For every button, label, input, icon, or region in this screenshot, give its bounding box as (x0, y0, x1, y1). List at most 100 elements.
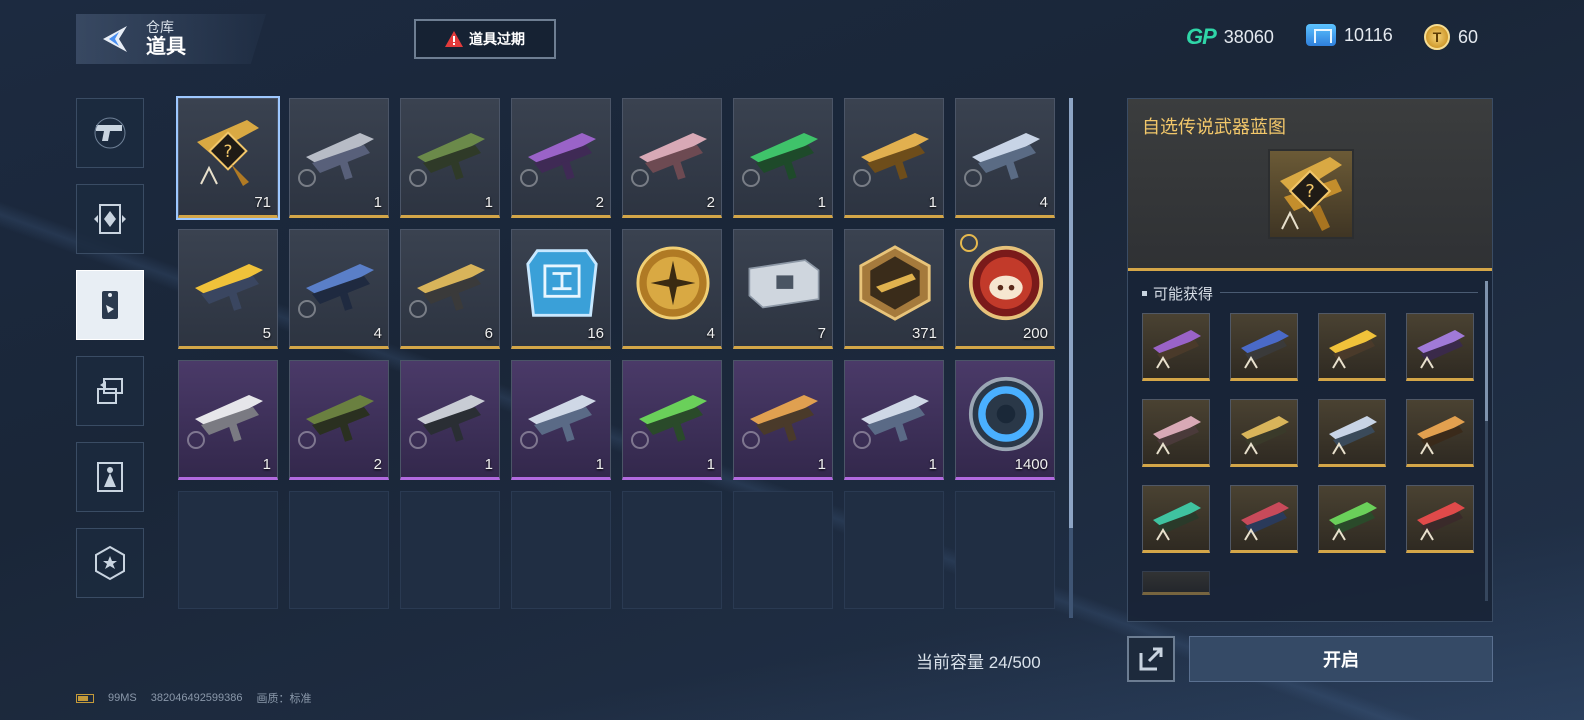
inventory-slot[interactable]: 1 (178, 360, 278, 480)
reward-item[interactable] (1142, 399, 1210, 467)
empty-slot[interactable] (955, 491, 1055, 609)
ticket-amount: 10116 (1344, 24, 1393, 45)
share-button[interactable] (1127, 636, 1175, 682)
inventory-slot[interactable]: 1400 (955, 360, 1055, 480)
empty-slot[interactable] (289, 491, 389, 609)
blue-token-icon (968, 376, 1044, 452)
inventory-slot[interactable]: 1 (622, 360, 722, 480)
pig-token-icon (968, 245, 1044, 321)
reward-item[interactable] (1230, 399, 1298, 467)
item-count: 371 (911, 325, 937, 342)
inventory-slot[interactable]: 1 (733, 360, 833, 480)
back-button[interactable]: 仓库 道具 (76, 14, 266, 64)
item-count: 1400 (1014, 456, 1048, 473)
inventory-scrollbar[interactable] (1069, 98, 1073, 618)
empty-slot[interactable] (622, 491, 722, 609)
reward-item[interactable] (1318, 399, 1386, 467)
inventory-slot[interactable]: 1 (400, 360, 500, 480)
reward-item-partial[interactable] (1142, 571, 1210, 595)
inventory-slot[interactable]: 1 (289, 98, 389, 218)
inventory-slot[interactable]: 1 (733, 98, 833, 218)
item-count: 2 (595, 194, 604, 211)
reward-item[interactable] (1318, 485, 1386, 553)
empty-slot[interactable] (733, 491, 833, 609)
inventory-slot[interactable]: 1 (844, 360, 944, 480)
category-nav (76, 98, 146, 614)
inventory-slot[interactable]: ? 71 (176, 96, 280, 220)
inventory-slot[interactable]: 16 (511, 229, 611, 349)
timer-icon (960, 234, 978, 252)
battery-icon (76, 693, 94, 703)
nav-item-character[interactable] (76, 442, 144, 512)
inventory-slot[interactable]: 371 (844, 229, 944, 349)
inventory-slot[interactable]: 4 (955, 98, 1055, 218)
swap-icon (97, 378, 123, 404)
clock-icon (742, 431, 760, 449)
empty-slot[interactable] (400, 491, 500, 609)
inventory-slot[interactable]: 2 (622, 98, 722, 218)
inventory-slot[interactable]: 1 (511, 360, 611, 480)
reward-violet-icon (1417, 330, 1465, 369)
reward-item[interactable] (1230, 485, 1298, 553)
open-button[interactable]: 开启 (1189, 636, 1493, 682)
character-icon (97, 462, 123, 492)
inventory-slot[interactable]: 5 (178, 229, 278, 349)
status-bar: 99MS 382046492599386 画质：标准 (76, 690, 312, 706)
empty-slot[interactable] (844, 491, 944, 609)
reward-grid (1142, 313, 1474, 595)
pistol-icon (94, 117, 126, 149)
item-count: 4 (373, 325, 382, 342)
empty-slot[interactable] (511, 491, 611, 609)
item-count: 16 (587, 325, 604, 342)
item-count: 6 (484, 325, 493, 342)
inventory-slot[interactable]: 2 (511, 98, 611, 218)
clock-icon (964, 169, 982, 187)
nav-item-exchange[interactable] (76, 356, 144, 426)
clock-icon (298, 431, 316, 449)
clock-icon (298, 169, 316, 187)
item-detail-panel: 自选传说武器蓝图 ? 可能获得 (1127, 98, 1493, 622)
badge-icon (95, 545, 125, 581)
inventory-slot[interactable]: 4 (289, 229, 389, 349)
reward-gold-icon (1241, 416, 1289, 455)
item-expiry-label: 道具过期 (469, 31, 525, 47)
reward-teal-icon (1153, 502, 1201, 541)
clock-icon (631, 431, 649, 449)
currency-coin: T 60 (1424, 24, 1478, 50)
inventory-slot[interactable]: 1 (844, 98, 944, 218)
inventory-slot[interactable]: 6 (400, 229, 500, 349)
empty-slot[interactable] (178, 491, 278, 609)
reward-item[interactable] (1142, 485, 1210, 553)
reward-item[interactable] (1142, 313, 1210, 381)
item-count: 2 (373, 456, 382, 473)
nav-item-badges[interactable] (76, 528, 144, 598)
tag-icon (102, 291, 118, 319)
reward-item[interactable] (1318, 313, 1386, 381)
reward-scrollbar[interactable] (1485, 281, 1488, 601)
reward-item[interactable] (1230, 313, 1298, 381)
nav-item-weapons[interactable] (76, 98, 144, 168)
item-expiry-button[interactable]: 道具过期 (414, 19, 556, 59)
nav-item-frames[interactable] (76, 184, 144, 254)
item-count: 1 (373, 194, 382, 211)
inventory-slot[interactable]: 200 (955, 229, 1055, 349)
item-count: 5 (262, 325, 271, 342)
legendary-blueprint-icon: ? (191, 117, 267, 187)
clock-icon (631, 169, 649, 187)
reward-item[interactable] (1406, 399, 1474, 467)
share-icon (1139, 647, 1163, 671)
clock-icon (298, 300, 316, 318)
inventory-slot[interactable]: 7 (733, 229, 833, 349)
currency-ticket: 10116 (1306, 24, 1393, 46)
warning-icon (445, 31, 463, 47)
nav-item-items[interactable] (76, 270, 144, 340)
inventory-slot[interactable]: 1 (400, 98, 500, 218)
ticket-icon (1306, 24, 1336, 46)
ping-text: 99MS (108, 692, 137, 704)
inventory-slot[interactable]: 2 (289, 360, 389, 480)
reward-item[interactable] (1406, 485, 1474, 553)
reward-item[interactable] (1406, 313, 1474, 381)
reward-silver-icon (1329, 416, 1377, 455)
inventory-slot[interactable]: 4 (622, 229, 722, 349)
possible-rewards-label: 可能获得 (1142, 283, 1213, 304)
